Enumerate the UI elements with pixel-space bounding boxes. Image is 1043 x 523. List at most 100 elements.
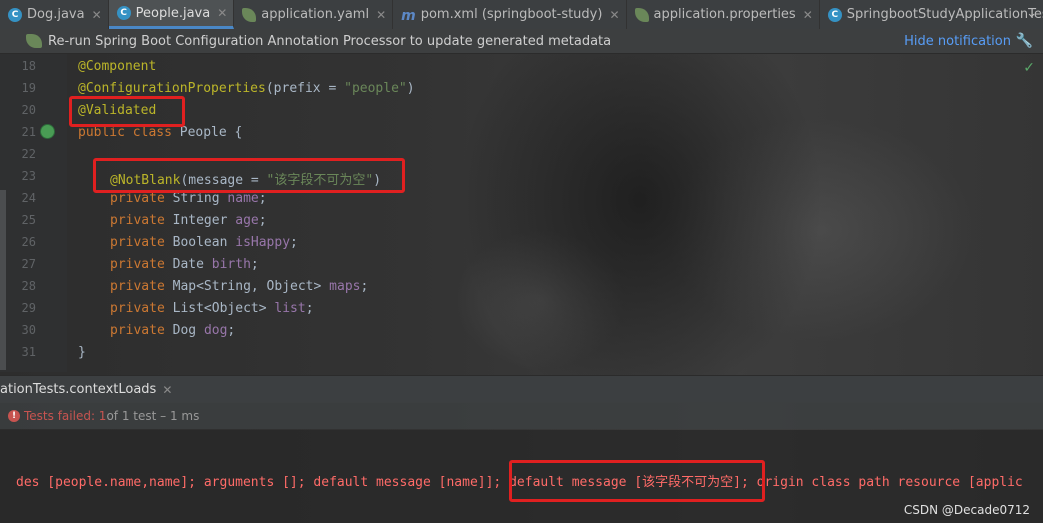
tab-label: application.yaml — [261, 7, 370, 22]
field-type: List<Object> — [172, 301, 267, 316]
hide-notification-link[interactable]: Hide notification — [904, 34, 1011, 49]
chevron-down-icon[interactable]: ⌄ — [1026, 6, 1037, 21]
keyword: private — [110, 279, 165, 294]
line-number: 21 — [21, 125, 36, 139]
close-icon[interactable]: ✕ — [162, 383, 172, 397]
spring-leaf-icon — [26, 34, 42, 48]
side-panel-edge[interactable] — [0, 190, 6, 370]
code-text: People { — [171, 125, 243, 140]
tab-application-properties[interactable]: application.properties ✕ — [627, 0, 820, 29]
run-tab-label[interactable]: ationTests.contextLoads — [0, 382, 156, 397]
spring-bean-icon[interactable] — [40, 124, 55, 139]
field-name: dog — [203, 323, 228, 338]
line-number: 19 — [21, 81, 36, 95]
close-icon[interactable]: ✕ — [92, 8, 102, 22]
field-name: name — [227, 191, 259, 206]
code-text: } — [78, 345, 86, 360]
tab-application-tests[interactable]: C SpringbootStudyApplicationTests.jav — [820, 0, 1043, 29]
highlight-box-error-message — [509, 460, 765, 502]
line-number: 18 — [21, 59, 36, 73]
close-icon[interactable]: ✕ — [376, 8, 386, 22]
tab-label: People.java — [135, 5, 211, 21]
line-number: 24 — [21, 191, 36, 205]
line-number: 30 — [21, 323, 36, 337]
run-tool-window-tab: ationTests.contextLoads ✕ — [0, 375, 1043, 403]
field-name: age — [235, 213, 259, 228]
keyword: private — [110, 235, 165, 250]
code-line-26: private Boolean isHappy; — [110, 235, 298, 250]
line-number: 31 — [21, 345, 36, 359]
error-prefix: des [people.name,name]; arguments []; de… — [16, 475, 510, 490]
tab-label: application.properties — [653, 7, 796, 22]
close-icon[interactable]: ✕ — [803, 8, 813, 22]
highlight-box-notblank — [93, 158, 405, 193]
keyword: private — [110, 213, 165, 228]
field-name: maps — [329, 279, 361, 294]
annotation: @Component — [78, 59, 157, 74]
string-literal: "people" — [344, 81, 407, 96]
code-line-31: } — [78, 345, 86, 360]
keyword: public class — [78, 125, 172, 140]
code-line-19: @ConfigurationProperties(prefix = "peopl… — [78, 81, 415, 96]
tests-summary-text: of 1 test – 1 ms — [106, 408, 200, 423]
line-number: 28 — [21, 279, 36, 293]
keyword: private — [110, 257, 165, 272]
close-icon[interactable]: ✕ — [609, 8, 619, 22]
line-number: 23 — [21, 169, 36, 183]
field-type: Map<String, Object> — [172, 279, 322, 294]
code-line-21: public class People { — [78, 125, 242, 140]
field-type: Integer — [172, 213, 228, 228]
line-number: 27 — [21, 257, 36, 271]
code-line-24: private String name; — [110, 191, 267, 206]
field-type: String — [172, 191, 220, 206]
field-name: list — [274, 301, 306, 316]
tab-pom-xml[interactable]: m pom.xml (springboot-study) ✕ — [393, 0, 627, 29]
field-name: isHappy — [235, 235, 291, 250]
watermark: CSDN @Decade0712 — [903, 503, 1030, 517]
line-number: 22 — [21, 147, 36, 161]
wrench-icon[interactable]: 🔧 — [1016, 33, 1033, 49]
tab-application-yaml[interactable]: application.yaml ✕ — [234, 0, 394, 29]
field-name: birth — [211, 257, 251, 272]
error-suffix: ; origin class path resource [applic — [740, 475, 1023, 490]
editor-tab-bar: C Dog.java ✕ C People.java ✕ application… — [0, 0, 1043, 30]
checkmark-icon: ✓ — [1023, 60, 1035, 76]
error-icon: ! — [8, 409, 20, 422]
field-type: Dog — [172, 323, 197, 338]
tab-dog-java[interactable]: C Dog.java ✕ — [0, 0, 109, 29]
code-line-18: @Component — [78, 59, 156, 74]
keyword: private — [110, 323, 165, 338]
code-line-30: private Dog dog; — [110, 323, 236, 338]
spring-leaf-icon — [634, 7, 649, 22]
tab-people-java[interactable]: C People.java ✕ — [108, 0, 235, 29]
annotation: @ConfigurationProperties — [78, 81, 266, 96]
line-number: 29 — [21, 301, 36, 315]
keyword: private — [110, 301, 165, 316]
tests-failed-text: Tests failed: 1 — [24, 408, 107, 423]
notification-message: Re-run Spring Boot Configuration Annotat… — [48, 33, 612, 49]
close-icon[interactable]: ✕ — [217, 6, 227, 20]
tab-label: pom.xml (springboot-study) — [420, 7, 603, 22]
field-type: Boolean — [172, 235, 228, 250]
code-line-27: private Date birth; — [110, 257, 259, 272]
field-type: Date — [172, 257, 204, 272]
highlight-box-validated — [69, 96, 185, 127]
test-status-bar: ! Tests failed: 1 of 1 test – 1 ms — [0, 402, 1043, 429]
line-number: 26 — [21, 235, 36, 249]
code-line-25: private Integer age; — [110, 213, 267, 228]
tab-label: Dog.java — [27, 7, 85, 22]
java-class-icon: C — [8, 7, 22, 22]
line-number: 25 — [21, 213, 36, 227]
notification-bar: Re-run Spring Boot Configuration Annotat… — [0, 29, 1043, 54]
code-line-29: private List<Object> list; — [110, 301, 314, 316]
code-line-28: private Map<String, Object> maps; — [110, 279, 369, 294]
java-class-icon: C — [827, 7, 842, 22]
java-class-icon: C — [116, 6, 131, 20]
tab-label: SpringbootStudyApplicationTests.jav — [846, 7, 1043, 22]
line-number-gutter: 18 19 20 21 22 23 24 25 26 27 28 29 30 3… — [0, 54, 67, 372]
spring-leaf-icon — [242, 7, 257, 22]
code-text: (prefix = — [265, 81, 345, 96]
code-text: ) — [406, 81, 415, 96]
keyword: private — [110, 191, 165, 206]
maven-icon: m — [401, 7, 416, 24]
